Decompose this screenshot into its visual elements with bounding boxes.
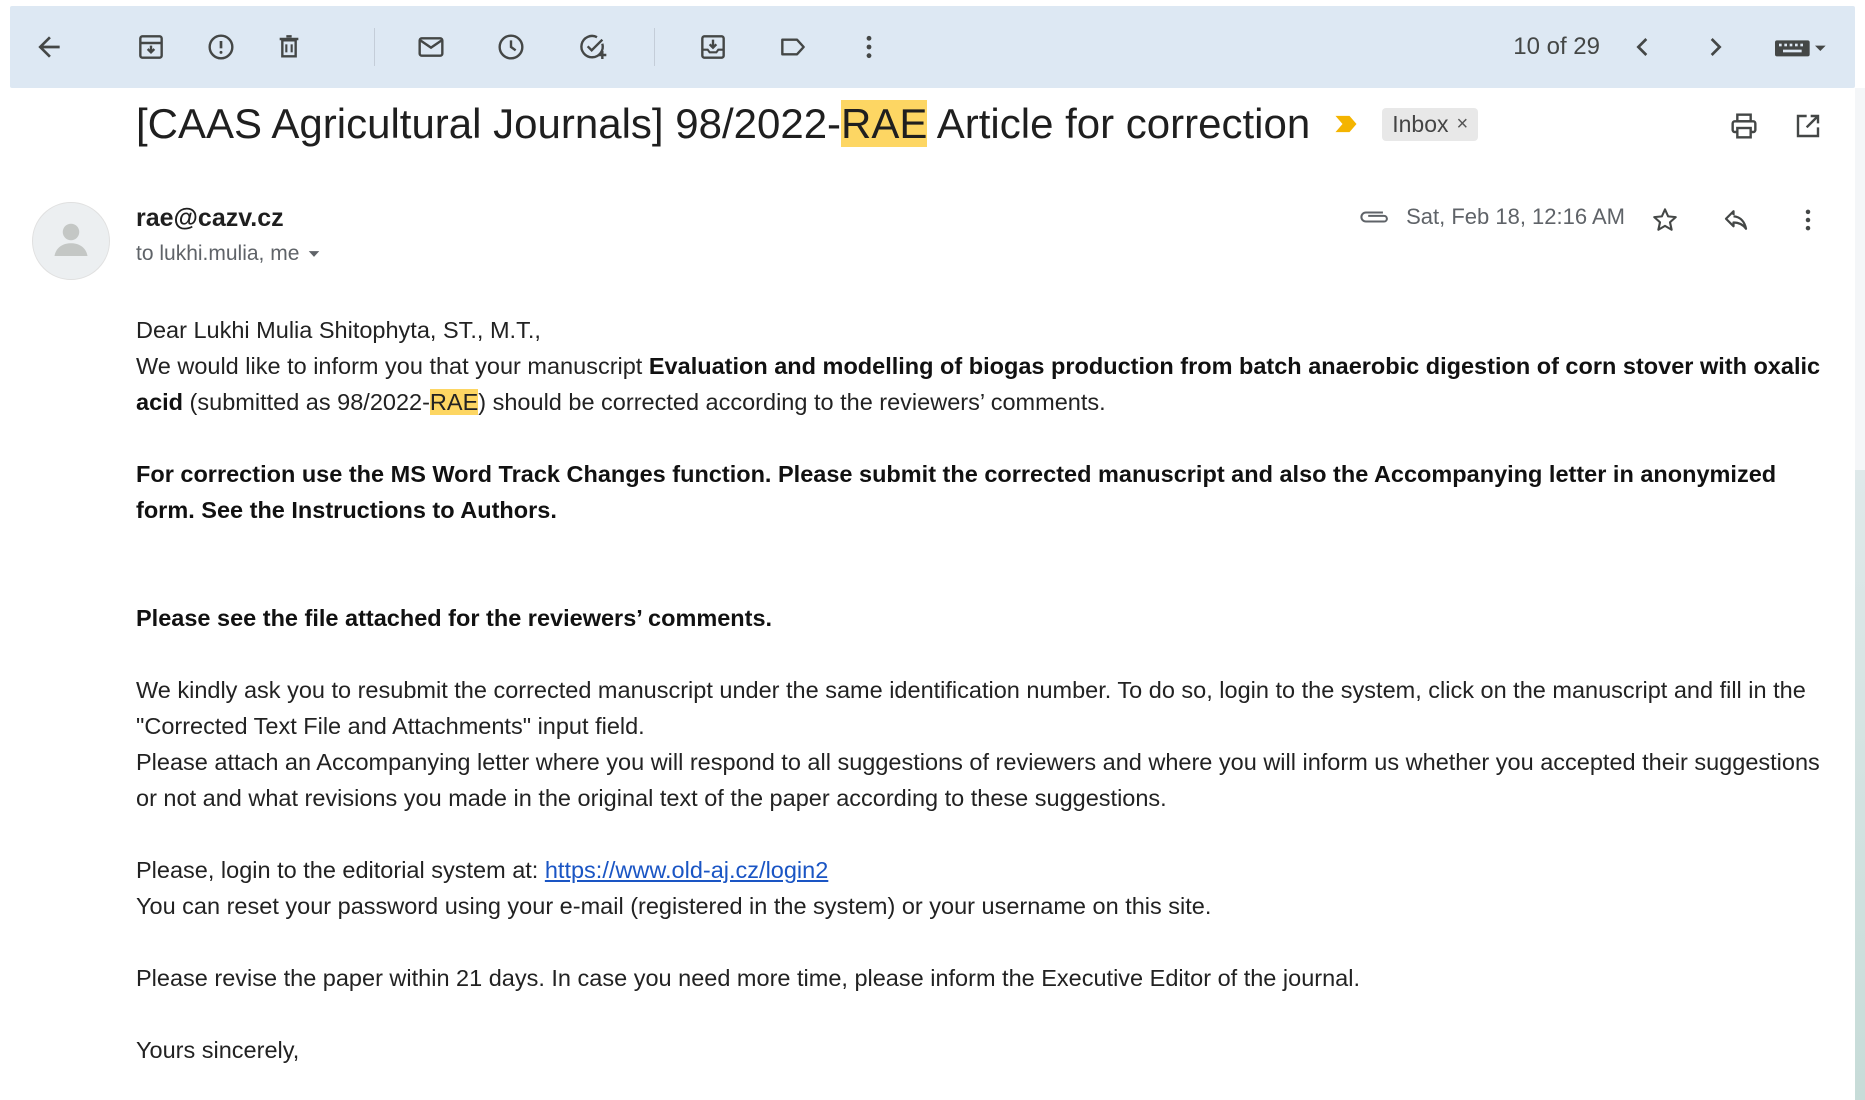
message-meta: Sat, Feb 18, 12:16 AM — [1358, 204, 1625, 230]
reply-icon[interactable] — [1716, 200, 1756, 240]
resubmit-paragraph: We kindly ask you to resubmit the correc… — [136, 677, 1806, 739]
inbox-label-chip[interactable]: Inbox × — [1382, 107, 1479, 141]
body-paragraph: We would like to inform you that your ma… — [136, 353, 1821, 415]
message-date: Sat, Feb 18, 12:16 AM — [1406, 204, 1625, 229]
star-icon[interactable] — [1645, 200, 1685, 240]
remove-label-icon[interactable]: × — [1456, 113, 1468, 136]
more-vert-icon[interactable] — [846, 24, 892, 70]
message-body: Dear Lukhi Mulia Shitophyta, ST., M.T., … — [136, 312, 1826, 1068]
recipients-summary[interactable]: to lukhi.mulia, me — [136, 242, 321, 266]
snooze-icon[interactable] — [488, 24, 534, 70]
body-highlight: RAE — [429, 389, 479, 415]
reset-password-paragraph: You can reset your password using your e… — [136, 893, 1212, 919]
importance-marker-icon[interactable] — [1332, 110, 1360, 138]
attachment-note: Please see the file attached for the rev… — [136, 605, 773, 631]
newer-icon[interactable] — [1620, 24, 1666, 70]
avatar[interactable] — [32, 202, 110, 280]
subject-row: [CAAS Agricultural Journals] 98/2022-RAE… — [136, 96, 1479, 152]
login-link[interactable]: https://www.old-aj.cz/login2 — [545, 857, 828, 883]
attachment-icon — [1360, 211, 1388, 223]
message-more-icon[interactable] — [1788, 200, 1828, 240]
input-tools-icon[interactable] — [1764, 24, 1834, 70]
archive-icon[interactable] — [128, 24, 174, 70]
mark-unread-icon[interactable] — [408, 24, 454, 70]
greeting: Dear Lukhi Mulia Shitophyta, ST., M.T., — [136, 317, 541, 343]
inbox-label-text: Inbox — [1392, 110, 1449, 137]
person-icon — [54, 223, 88, 256]
print-icon[interactable] — [1722, 104, 1766, 148]
login-paragraph: Please, login to the editorial system at… — [136, 857, 829, 883]
accompanying-letter-paragraph: Please attach an Accompanying letter whe… — [136, 749, 1820, 811]
message-toolbar: 10 of 29 — [10, 6, 1855, 88]
delete-icon[interactable] — [266, 24, 312, 70]
show-details-caret-icon[interactable] — [307, 247, 321, 261]
move-to-icon[interactable] — [690, 24, 736, 70]
message-counter: 10 of 29 — [1513, 33, 1600, 60]
subject-title: [CAAS Agricultural Journals] 98/2022-RAE… — [136, 100, 1311, 147]
back-arrow-icon[interactable] — [26, 24, 72, 70]
subject-highlight: RAE — [841, 100, 928, 147]
older-icon[interactable] — [1692, 24, 1738, 70]
sender-email[interactable]: rae@cazv.cz — [136, 204, 284, 233]
report-spam-icon[interactable] — [198, 24, 244, 70]
correction-instructions: For correction use the MS Word Track Cha… — [136, 461, 1777, 523]
signoff: Yours sincerely, — [136, 1037, 300, 1063]
open-new-window-icon[interactable] — [1786, 104, 1830, 148]
deadline-paragraph: Please revise the paper within 21 days. … — [136, 965, 1360, 991]
add-to-tasks-icon[interactable] — [570, 24, 616, 70]
recipients-text: to lukhi.mulia, me — [136, 242, 300, 265]
label-icon[interactable] — [770, 24, 816, 70]
scrollbar-thumb[interactable] — [1855, 470, 1865, 1100]
